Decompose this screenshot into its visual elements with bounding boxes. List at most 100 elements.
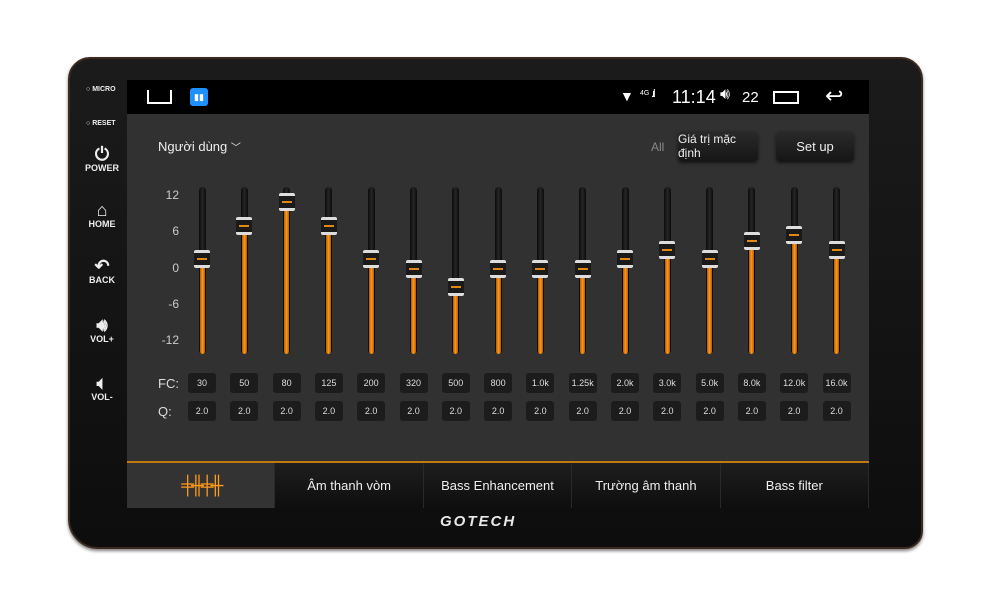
chevron-down-icon: ﹀ <box>230 143 241 154</box>
eq-slider-knob[interactable] <box>363 250 380 269</box>
q-value-box[interactable]: 2.0 <box>230 401 259 421</box>
default-values-button[interactable]: Giá trị mặc định <box>678 131 758 161</box>
eq-slider-knob[interactable] <box>659 241 676 260</box>
fc-value-box[interactable]: 50 <box>230 373 259 393</box>
power-button[interactable]: ⏻ POWER <box>78 145 126 173</box>
eq-slider-knob[interactable] <box>701 250 718 269</box>
q-value-box[interactable]: 2.0 <box>188 401 216 421</box>
q-value-box[interactable]: 2.0 <box>822 401 851 421</box>
eq-slider-track[interactable] <box>621 187 629 354</box>
eq-slider-track[interactable] <box>833 187 840 354</box>
bottom-tab-bar: ╪╫╪╫ Âm thanh vòm Bass Enhancement Trườn… <box>127 461 869 508</box>
tab-bass-enhancement[interactable]: Bass Enhancement <box>423 463 573 508</box>
q-value-box[interactable]: 2.0 <box>399 401 428 421</box>
eq-slider-fill <box>537 268 543 354</box>
eq-slider-track[interactable] <box>367 187 375 354</box>
fc-value-box[interactable]: 1.0k <box>526 373 555 393</box>
q-value-box[interactable]: 2.0 <box>441 401 470 421</box>
eq-slider-fill <box>411 268 416 354</box>
eq-slider-knob[interactable] <box>786 226 803 245</box>
tab-bass-filter[interactable]: Bass filter <box>720 463 869 508</box>
eq-slider-knob[interactable] <box>574 259 591 278</box>
back-nav-icon[interactable]: ↩ <box>825 83 843 109</box>
eq-slider-fill <box>199 259 205 354</box>
eq-slider-track[interactable] <box>790 187 798 354</box>
y-tick-label: -12 <box>161 333 179 347</box>
setup-button[interactable]: Set up <box>776 131 854 161</box>
eq-slider-track[interactable] <box>240 187 248 354</box>
fc-value-box[interactable]: 12.0k <box>780 373 809 393</box>
eq-slider-knob[interactable] <box>405 259 422 278</box>
home-nav-icon[interactable] <box>147 90 172 104</box>
eq-slider-track[interactable] <box>325 187 333 354</box>
q-value-box[interactable]: 2.0 <box>780 401 809 421</box>
q-value-box[interactable]: 2.0 <box>653 401 682 421</box>
y-tick-label: 12 <box>165 188 179 202</box>
status-bar: ▮▮ ▼ 4G .ıl 11:14 🔊︎ 22 ↩ <box>127 80 869 114</box>
eq-slider-knob[interactable] <box>532 259 549 278</box>
eq-slider-fill <box>284 202 290 354</box>
eq-slider-fill <box>241 226 247 354</box>
signal-icon: .ıl <box>651 88 655 100</box>
recent-apps-icon[interactable] <box>773 91 799 104</box>
fc-value-box[interactable]: 3.0k <box>653 373 682 393</box>
y-tick-label: 0 <box>172 260 179 275</box>
vol-up-button[interactable]: 🔊︎ VOL+ <box>78 316 126 344</box>
eq-slider-knob[interactable] <box>236 217 253 236</box>
fc-value-box[interactable]: 800 <box>484 373 513 393</box>
eq-slider-fill <box>368 259 374 354</box>
q-value-box[interactable]: 2.0 <box>314 401 343 421</box>
eq-slider-knob[interactable] <box>320 217 337 236</box>
clock: 11:14 <box>672 87 716 107</box>
preset-dropdown[interactable]: Người dùng ﹀ <box>158 139 241 154</box>
screen: ▮▮ ▼ 4G .ıl 11:14 🔊︎ 22 ↩ Người dùng ﹀ A… <box>127 80 869 508</box>
back-button[interactable]: ↶ BACK <box>78 257 126 285</box>
eq-slider-knob[interactable] <box>278 193 295 212</box>
tab-sound-field[interactable]: Trường âm thanh <box>572 463 721 508</box>
q-value-box[interactable]: 2.0 <box>484 401 513 421</box>
eq-slider-fill <box>664 250 670 354</box>
eq-slider-knob[interactable] <box>828 241 845 260</box>
tab-surround[interactable]: Âm thanh vòm <box>275 463 424 508</box>
eq-slider-track[interactable] <box>198 187 206 354</box>
fc-value-box[interactable]: 80 <box>272 373 301 393</box>
q-value-box[interactable]: 2.0 <box>611 401 639 421</box>
eq-slider-track[interactable] <box>452 187 460 354</box>
q-value-box[interactable]: 2.0 <box>272 401 301 421</box>
all-toggle[interactable]: All <box>651 140 664 154</box>
q-value-box[interactable]: 2.0 <box>695 401 724 421</box>
eq-slider-knob[interactable] <box>447 277 464 296</box>
eq-slider-track[interactable] <box>706 187 714 354</box>
fc-value-box[interactable]: 8.0k <box>737 373 766 393</box>
eq-slider-track[interactable] <box>663 187 671 354</box>
fc-value-box[interactable]: 30 <box>188 373 216 393</box>
q-label: Q: <box>158 404 172 419</box>
eq-slider-knob[interactable] <box>194 250 210 269</box>
q-value-box[interactable]: 2.0 <box>526 401 555 421</box>
eq-slider-fill <box>707 259 713 354</box>
eq-slider-track[interactable] <box>748 187 756 354</box>
fc-value-box[interactable]: 1.25k <box>568 373 597 393</box>
fc-value-box[interactable]: 200 <box>357 373 386 393</box>
tab-equalizer[interactable]: ╪╫╪╫ <box>127 463 276 508</box>
back-arrow-icon: ↶ <box>94 256 110 276</box>
eq-slider-knob[interactable] <box>490 259 507 278</box>
q-value-box[interactable]: 2.0 <box>568 401 597 421</box>
volume-level: 22 <box>742 89 759 106</box>
fc-value-box[interactable]: 125 <box>314 373 343 393</box>
vol-down-button[interactable]: 🔈︎ VOL- <box>78 374 126 402</box>
q-value-box[interactable]: 2.0 <box>737 401 766 421</box>
home-button[interactable]: ⌂ HOME <box>78 201 126 229</box>
app-icon[interactable]: ▮▮ <box>190 88 208 106</box>
fc-value-box[interactable]: 16.0k <box>822 373 851 393</box>
eq-slider-track[interactable] <box>283 187 291 354</box>
q-value-box[interactable]: 2.0 <box>357 401 386 421</box>
eq-slider-knob[interactable] <box>617 250 633 269</box>
y-tick-label: 6 <box>172 224 179 239</box>
fc-value-box[interactable]: 2.0k <box>611 373 639 393</box>
eq-slider-fill <box>453 286 459 354</box>
fc-value-box[interactable]: 500 <box>441 373 470 393</box>
eq-slider-knob[interactable] <box>743 232 760 251</box>
fc-value-box[interactable]: 5.0k <box>695 373 724 393</box>
fc-value-box[interactable]: 320 <box>399 373 428 393</box>
